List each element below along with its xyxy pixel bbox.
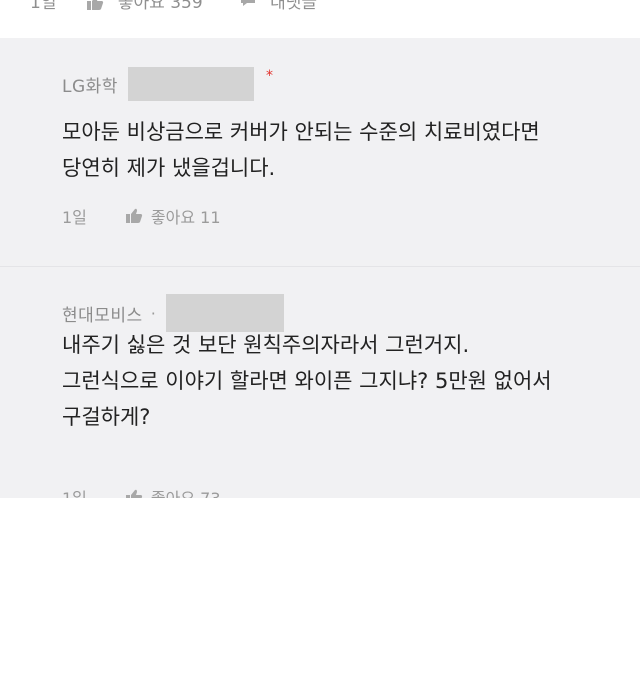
comment-author-row: 현대모비스 ·: [62, 294, 284, 332]
previous-reply-button[interactable]: 대댓글: [239, 0, 317, 13]
comment-time: 1일: [62, 208, 87, 227]
previous-comment-meta-strip: 1일 좋아요 359 대댓글: [0, 0, 640, 38]
like-button[interactable]: 좋아요 11: [125, 204, 221, 228]
comment-text: 내주기 싫은 것 보단 원칙주의자라서 그런거지. 그런식으로 이야기 할라면 …: [62, 333, 552, 429]
empty-area: [0, 498, 640, 673]
comment-author-row: LG화학 *: [62, 67, 273, 101]
like-count: 좋아요 11: [150, 208, 221, 227]
previous-like-button[interactable]: 좋아요 359: [86, 0, 203, 13]
previous-comment-time: 1일: [30, 0, 57, 13]
previous-like-count: 좋아요 359: [117, 0, 203, 13]
thumbs-up-icon: [87, 0, 104, 10]
comment-item: 현대모비스 · 내주기 싫은 것 보단 원칙주의자라서 그런거지. 그런식으로 …: [0, 267, 640, 508]
comment-item: LG화학 * 모아둔 비상금으로 커버가 안되는 수준의 치료비였다면 당연히 …: [0, 38, 640, 267]
author-badge: *: [265, 68, 273, 84]
comment-meta: 1일 좋아요 11: [62, 204, 221, 228]
author-separator: ·: [150, 303, 156, 323]
previous-reply-label: 대댓글: [270, 0, 317, 13]
comment-author[interactable]: LG화학: [62, 72, 118, 97]
previous-comment-meta: 1일 좋아요 359 대댓글: [30, 0, 317, 13]
speech-bubble-icon: [240, 0, 255, 6]
redacted-username: [127, 67, 254, 101]
comment-author[interactable]: 현대모비스: [62, 301, 143, 326]
comment-text: 모아둔 비상금으로 커버가 안되는 수준의 치료비였다면 당연히 제가 냈을겁니…: [62, 120, 540, 180]
comment-list: LG화학 * 모아둔 비상금으로 커버가 안되는 수준의 치료비였다면 당연히 …: [0, 38, 640, 508]
thumbs-up-icon: [125, 208, 143, 223]
